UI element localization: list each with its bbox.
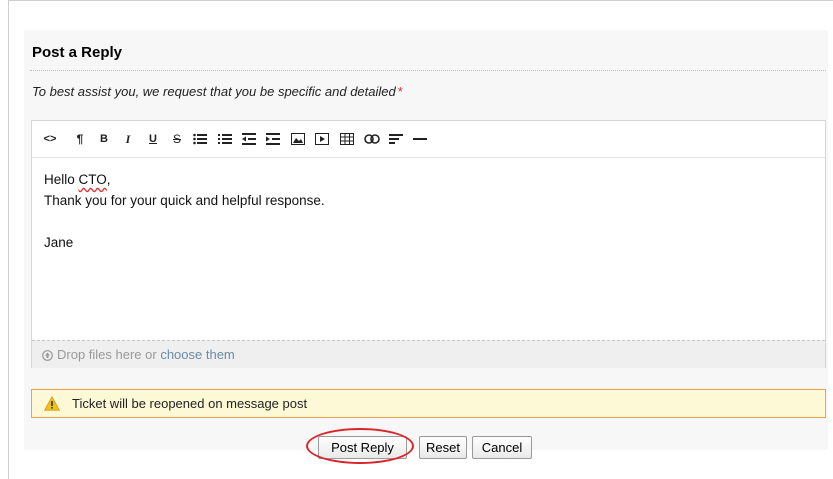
editor-content[interactable]: Hello CTO, Thank you for your quick and … xyxy=(44,169,325,253)
table-icon[interactable] xyxy=(337,129,357,149)
notice-text: Ticket will be reopened on message post xyxy=(72,396,308,411)
dropzone-text: Drop files here or xyxy=(57,347,161,362)
form-title: Post a Reply xyxy=(32,44,123,61)
link-icon[interactable] xyxy=(362,129,382,149)
title-divider xyxy=(30,70,826,71)
greeting-line: Hello CTO, xyxy=(44,169,325,190)
code-view-icon[interactable]: <> xyxy=(40,129,60,149)
instruction-text: To best assist you, we request that you … xyxy=(32,84,403,99)
underline-icon[interactable]: U xyxy=(143,129,163,149)
image-icon[interactable] xyxy=(288,129,308,149)
italic-icon[interactable]: I xyxy=(118,129,138,149)
bold-icon[interactable]: B xyxy=(94,129,114,149)
outdent-icon[interactable] xyxy=(239,129,259,149)
strikethrough-icon[interactable]: S xyxy=(167,129,187,149)
paragraph-glyph: ¶ xyxy=(76,132,84,146)
horizontal-rule-icon[interactable] xyxy=(410,129,430,149)
strikethrough-glyph: S xyxy=(172,132,181,146)
bold-glyph: B xyxy=(100,133,108,145)
message-line: Thank you for your quick and helpful res… xyxy=(44,193,325,208)
dropzone-label: Drop files here or choose them xyxy=(42,347,235,364)
upload-icon xyxy=(42,349,53,364)
video-icon[interactable] xyxy=(312,129,332,149)
ordered-list-icon[interactable] xyxy=(215,129,235,149)
editor-toolbar: <> ¶ B I U S xyxy=(32,121,825,158)
rich-text-editor[interactable]: <> ¶ B I U S Hello CTO, Thank you for yo… xyxy=(31,120,826,368)
underline-glyph: U xyxy=(149,133,157,145)
paragraph-icon[interactable]: ¶ xyxy=(70,129,90,149)
instruction-label: To best assist you, we request that you … xyxy=(32,84,396,99)
reset-button[interactable]: Reset xyxy=(419,436,467,459)
indent-icon[interactable] xyxy=(263,129,283,149)
align-icon[interactable] xyxy=(386,129,406,149)
greeting-suffix: , xyxy=(106,172,111,187)
post-reply-button[interactable]: Post Reply xyxy=(318,436,407,459)
required-mark: * xyxy=(397,84,403,99)
file-dropzone[interactable]: Drop files here or choose them xyxy=(32,340,825,368)
greeting-name: CTO xyxy=(78,172,107,187)
reopen-notice: Ticket will be reopened on message post xyxy=(31,389,826,418)
choose-files-link[interactable]: choose them xyxy=(160,347,234,362)
italic-glyph: I xyxy=(125,131,131,146)
signature-line: Jane xyxy=(44,235,74,250)
warning-icon xyxy=(43,395,61,414)
cancel-button[interactable]: Cancel xyxy=(472,436,532,459)
code-view-glyph: <> xyxy=(43,133,57,145)
unordered-list-icon[interactable] xyxy=(190,129,210,149)
greeting-prefix: Hello xyxy=(44,172,79,187)
